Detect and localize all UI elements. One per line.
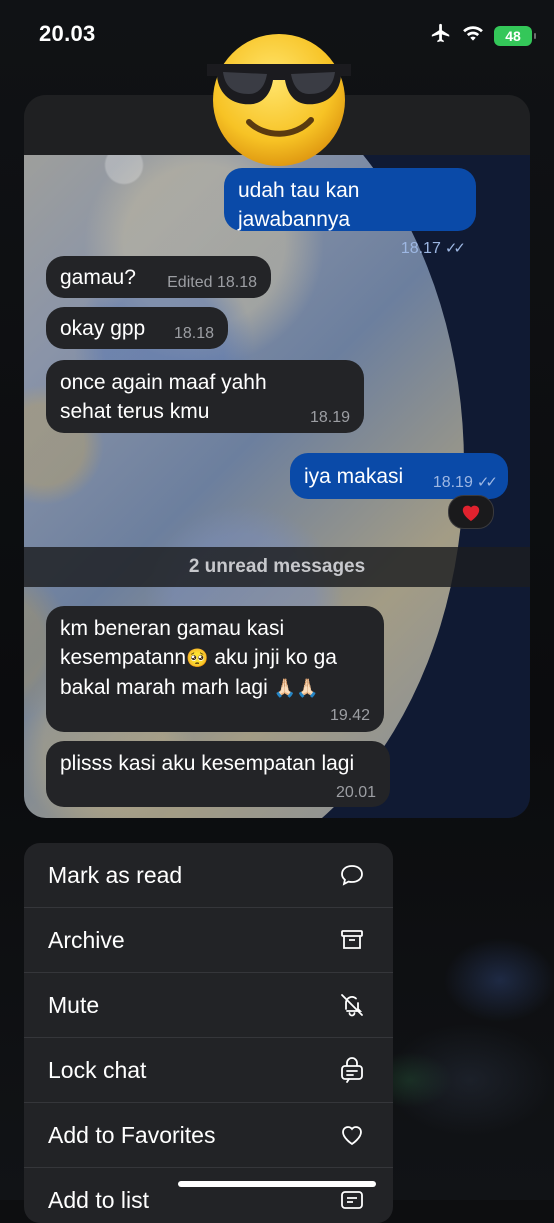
airplane-mode-icon (430, 22, 452, 49)
lock-chat-icon (341, 1057, 363, 1083)
heart-reaction-icon (462, 505, 480, 522)
home-indicator[interactable] (178, 1181, 376, 1187)
heart-reaction[interactable] (448, 495, 494, 529)
message-bubble-incoming[interactable]: plisss kasi aku kesempatan lagi 20.01 (46, 741, 390, 807)
message-bubble-outgoing[interactable]: udah tau kan jawabannya 18.17 ✓✓ (224, 168, 476, 257)
chat-wallpaper: udah tau kan jawabannya 18.17 ✓✓ gamau? E… (24, 155, 530, 818)
message-text-line: aku jnji ko ga (208, 646, 337, 669)
message-bubble-incoming[interactable]: gamau? Edited 18.18 (46, 256, 271, 298)
message-text: gamau? (60, 265, 136, 289)
menu-item-label: Archive (48, 926, 125, 953)
battery-indicator: 48 (494, 25, 536, 46)
edited-label: Edited (167, 273, 213, 291)
message-bubble-outgoing[interactable]: iya makasi 18.19 ✓✓ (290, 453, 508, 499)
menu-item-label: Mark as read (48, 861, 183, 888)
message-time: 18.18 (173, 324, 214, 342)
bell-slash-icon (341, 994, 363, 1017)
menu-item-add-to-list[interactable]: Add to list (24, 1168, 393, 1223)
message-text-line: km beneran gamau kasi (60, 617, 285, 640)
message-text: iya makasi (304, 464, 404, 488)
message-text-line: once again maaf yahh (60, 371, 267, 394)
message-time: 18.18 (216, 273, 257, 291)
message-bubble-incoming[interactable]: okay gpp 18.18 (46, 307, 228, 349)
wifi-icon (462, 24, 484, 47)
chat-preview-card[interactable]: udah tau kan jawabannya 18.17 ✓✓ gamau? E… (24, 95, 530, 818)
archive-box-icon (341, 930, 363, 949)
menu-item-mark-as-read[interactable]: Mark as read (24, 843, 393, 908)
battery-level: 48 (505, 27, 521, 44)
add-list-icon (341, 1191, 363, 1209)
menu-item-archive[interactable]: Archive (24, 908, 393, 973)
unread-messages-divider: 2 unread messages (24, 547, 530, 587)
heart-outline-icon (342, 1126, 362, 1146)
message-text-line: kesempatann (60, 646, 187, 669)
status-icons: 48 (430, 22, 536, 49)
message-text-line: sehat terus kmu (60, 400, 210, 423)
menu-item-mute[interactable]: Mute (24, 973, 393, 1038)
menu-item-lock-chat[interactable]: Lock chat (24, 1038, 393, 1103)
message-time: 18.17 (400, 240, 441, 257)
message-time: 18.19 (309, 409, 350, 426)
praying-hands-emoji: 🙏🏻🙏🏻 (273, 678, 319, 698)
message-bubble-incoming[interactable]: once again maaf yahh sehat terus kmu 18.1… (46, 360, 364, 433)
message-text: udah tau kan jawabannya (238, 179, 360, 231)
read-ticks-icon: ✓✓ (444, 240, 466, 257)
message-time: 19.42 (329, 707, 370, 724)
menu-item-label: Lock chat (48, 1056, 147, 1083)
unread-label: 2 unread messages (188, 556, 366, 577)
message-text: plisss kasi aku kesempatan lagi (60, 752, 355, 775)
status-time: 20.03 (39, 21, 96, 46)
message-bubble-incoming[interactable]: km beneran gamau kasi kesempatann🥺 aku j… (46, 606, 384, 732)
message-text: okay gpp (60, 316, 146, 340)
context-menu: Mark as read Archive Mute Lock chat Add … (24, 843, 393, 1223)
message-time: 18.19 (432, 473, 473, 491)
menu-item-label: Add to list (48, 1186, 149, 1213)
message-time: 20.01 (335, 784, 376, 801)
read-ticks-icon: ✓✓ (476, 473, 498, 491)
sunglasses-emoji-avatar (207, 34, 351, 166)
pleading-face-emoji: 🥺 (186, 648, 209, 668)
speech-bubble-icon (341, 865, 363, 886)
menu-item-label: Mute (48, 991, 100, 1018)
menu-item-label: Add to Favorites (48, 1121, 216, 1148)
message-text-line: bakal marah marh lagi (60, 676, 274, 699)
menu-item-add-to-favorites[interactable]: Add to Favorites (24, 1103, 393, 1168)
